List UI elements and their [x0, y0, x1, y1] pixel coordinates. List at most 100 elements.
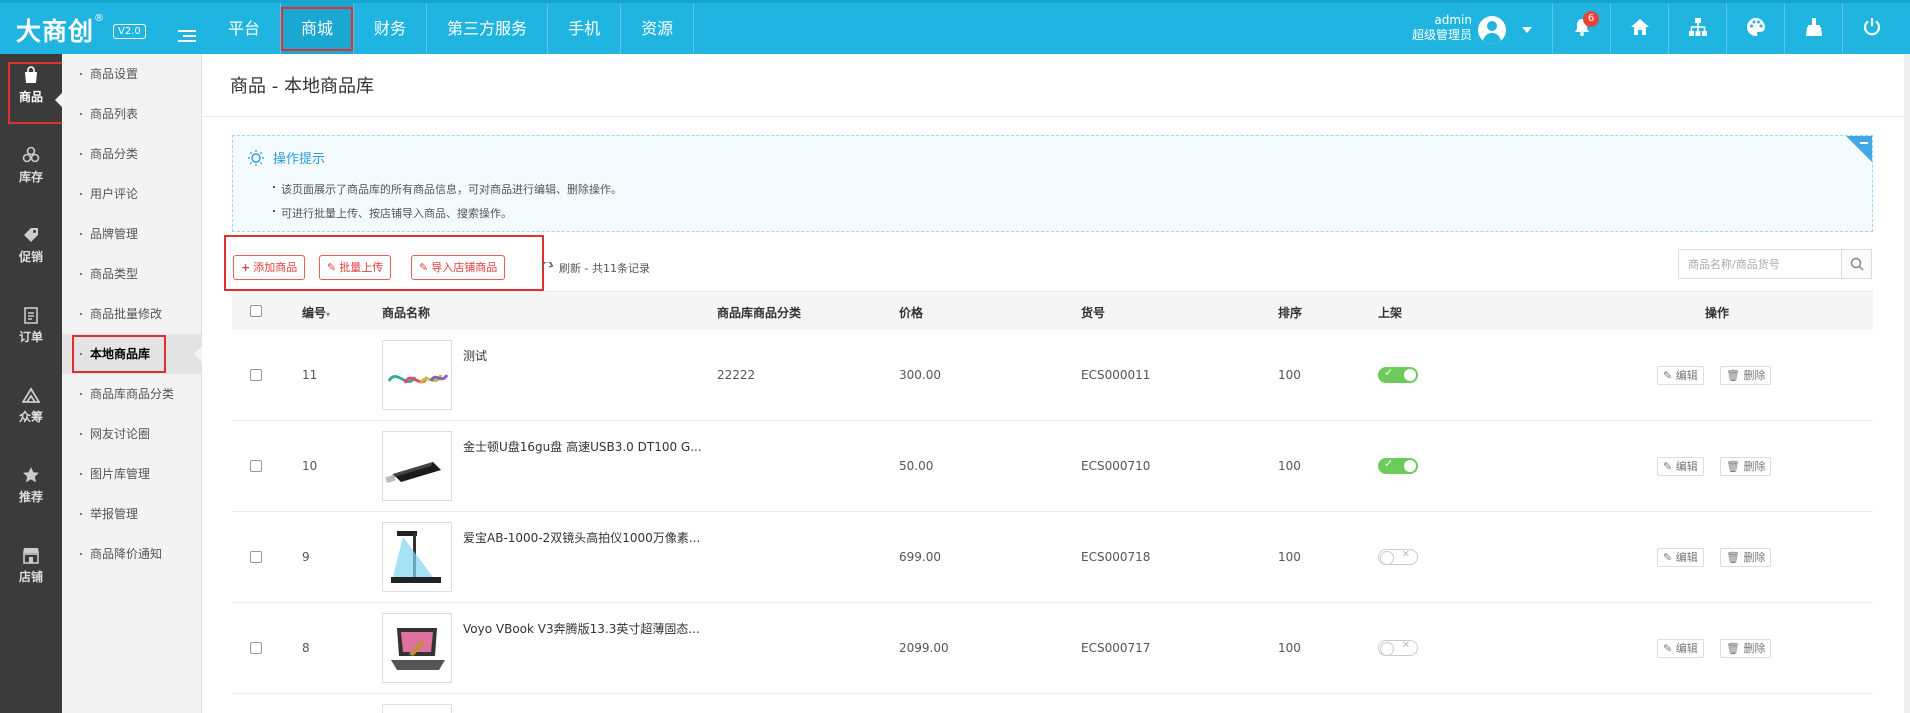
edit-button[interactable]: ✎ 编辑 — [1657, 457, 1704, 476]
subnav-price-notice[interactable]: 商品降价通知 — [62, 534, 201, 574]
edit-button[interactable]: ✎ 编辑 — [1657, 548, 1704, 567]
subnav-reports[interactable]: 举报管理 — [62, 494, 201, 534]
subnav-goods-category[interactable]: 商品分类 — [62, 134, 201, 174]
row-checkbox[interactable] — [250, 369, 262, 381]
cell-sort[interactable]: 100 — [1278, 550, 1301, 564]
module-promotion[interactable]: 促销 — [0, 226, 62, 294]
subnav-gallery[interactable]: 图片库管理 — [62, 454, 201, 494]
product-name[interactable]: 爱宝AB-1000-2双镜头高拍仪1000万像素... — [463, 529, 700, 546]
top-bar: 大商创® V2.0 平台 商城 财务 第三方服务 手机 资源 admin 超级管… — [0, 0, 1910, 54]
search-icon — [1850, 257, 1864, 271]
subnav-library-category[interactable]: 商品库商品分类 — [62, 374, 201, 414]
nav-resources[interactable]: 资源 — [621, 3, 695, 54]
version-badge: V2.0 — [113, 24, 146, 39]
avatar[interactable] — [1478, 16, 1506, 44]
page-title: 商品 - 本地商品库 — [230, 76, 374, 97]
delete-button[interactable]: 🗑 删除 — [1720, 639, 1772, 658]
cell-sort[interactable]: 100 — [1278, 641, 1301, 655]
crowdfund-icon — [22, 387, 40, 403]
module-recommend[interactable]: 推荐 — [0, 466, 62, 534]
logo[interactable]: 大商创® — [16, 12, 105, 48]
add-goods-button[interactable]: + 添加商品 — [233, 255, 306, 280]
module-store-label: 店铺 — [18, 570, 43, 584]
theme-button[interactable] — [1726, 3, 1784, 54]
module-sidebar: 商品 库存 促销 订单 众筹 推荐 店铺 — [0, 54, 62, 713]
import-store-goods-button[interactable]: ✎ 导入店铺商品 — [411, 255, 506, 280]
search-input[interactable] — [1679, 250, 1841, 278]
edit-icon: ✎ — [1663, 642, 1676, 655]
nav-platform[interactable]: 平台 — [208, 3, 282, 54]
module-store[interactable]: 店铺 — [0, 546, 62, 614]
sitemap-button[interactable] — [1668, 3, 1726, 54]
subnav-local-library[interactable]: 本地商品库 — [62, 334, 202, 374]
clean-icon — [1806, 18, 1822, 36]
header-on-sale: 上架 — [1378, 306, 1403, 320]
delete-button[interactable]: 🗑 删除 — [1720, 548, 1772, 567]
row-checkbox[interactable] — [250, 551, 262, 563]
on-sale-toggle[interactable] — [1378, 457, 1418, 474]
batch-upload-button[interactable]: ✎ 批量上传 — [319, 255, 392, 280]
product-thumbnail[interactable] — [382, 431, 452, 501]
subnav-batch-edit[interactable]: 商品批量修改 — [62, 294, 201, 334]
notification-badge: 6 — [1583, 11, 1599, 27]
cell-sort[interactable]: 100 — [1278, 368, 1301, 382]
subnav-goods-type[interactable]: 商品类型 — [62, 254, 201, 294]
product-name[interactable]: Voyo VBook V3奔腾版13.3英寸超薄固态... — [463, 620, 700, 637]
refresh-button[interactable]: 刷新 - 共11条记录 — [542, 260, 650, 276]
product-name[interactable]: 金士顿U盘16gu盘 高速USB3.0 DT100 G... — [463, 438, 702, 455]
trash-icon: 🗑 — [1726, 551, 1744, 564]
product-name[interactable]: 测试 — [463, 347, 487, 364]
home-icon — [1631, 19, 1649, 35]
cell-price: 2099.00 — [899, 641, 949, 655]
select-all-checkbox[interactable] — [250, 305, 262, 317]
module-goods[interactable]: 商品 — [0, 66, 62, 134]
module-stock[interactable]: 库存 — [0, 146, 62, 214]
edit-icon: ✎ — [419, 261, 429, 274]
subnav-discussion[interactable]: 网友讨论圈 — [62, 414, 201, 454]
row-checkbox[interactable] — [250, 460, 262, 472]
sort-icon: ▾ — [326, 310, 331, 319]
search-button[interactable] — [1841, 250, 1871, 278]
module-crowdfunding[interactable]: 众筹 — [0, 386, 62, 454]
product-thumbnail[interactable] — [382, 613, 452, 683]
scrollbar[interactable] — [1904, 54, 1910, 713]
product-thumbnail[interactable] — [382, 704, 452, 713]
subnav-goods-list[interactable]: 商品列表 — [62, 94, 201, 134]
header-category: 商品库商品分类 — [717, 306, 802, 320]
refresh-icon — [542, 262, 554, 270]
row-checkbox[interactable] — [250, 642, 262, 654]
subnav-goods-settings[interactable]: 商品设置 — [62, 54, 201, 94]
subnav-brand-management[interactable]: 品牌管理 — [62, 214, 201, 254]
nav-finance[interactable]: 财务 — [354, 3, 428, 54]
delete-button[interactable]: 🗑 删除 — [1720, 457, 1772, 476]
table-row — [232, 694, 1873, 713]
on-sale-toggle[interactable] — [1378, 366, 1418, 383]
menu-toggle-icon[interactable] — [178, 30, 196, 42]
notification-button[interactable]: 6 — [1552, 3, 1610, 54]
collapse-icon[interactable] — [1846, 136, 1872, 162]
product-thumbnail[interactable] — [382, 522, 452, 592]
nav-mobile[interactable]: 手机 — [548, 3, 622, 54]
logout-button[interactable] — [1842, 3, 1900, 54]
delete-button[interactable]: 🗑 删除 — [1720, 366, 1772, 385]
product-thumbnail[interactable] — [382, 340, 452, 410]
header-id[interactable]: 编号▾ — [302, 304, 330, 321]
cell-sort[interactable]: 100 — [1278, 459, 1301, 473]
clear-cache-button[interactable] — [1784, 3, 1842, 54]
on-sale-toggle[interactable] — [1378, 640, 1418, 656]
module-goods-label: 商品 — [18, 90, 43, 104]
module-order[interactable]: 订单 — [0, 306, 62, 374]
trash-icon: 🗑 — [1726, 369, 1744, 382]
bag-icon — [25, 66, 37, 83]
edit-button[interactable]: ✎ 编辑 — [1657, 366, 1704, 385]
chevron-down-icon[interactable] — [1522, 27, 1532, 33]
edit-button[interactable]: ✎ 编辑 — [1657, 639, 1704, 658]
on-sale-toggle[interactable] — [1378, 549, 1418, 565]
nav-third-party[interactable]: 第三方服务 — [427, 3, 549, 54]
trash-icon: 🗑 — [1726, 642, 1744, 655]
home-button[interactable] — [1610, 3, 1668, 54]
user-info[interactable]: admin 超级管理员 — [1402, 13, 1472, 43]
subnav-user-comments[interactable]: 用户评论 — [62, 174, 201, 214]
nav-mall[interactable]: 商城 — [281, 3, 355, 54]
store-icon — [23, 548, 39, 564]
